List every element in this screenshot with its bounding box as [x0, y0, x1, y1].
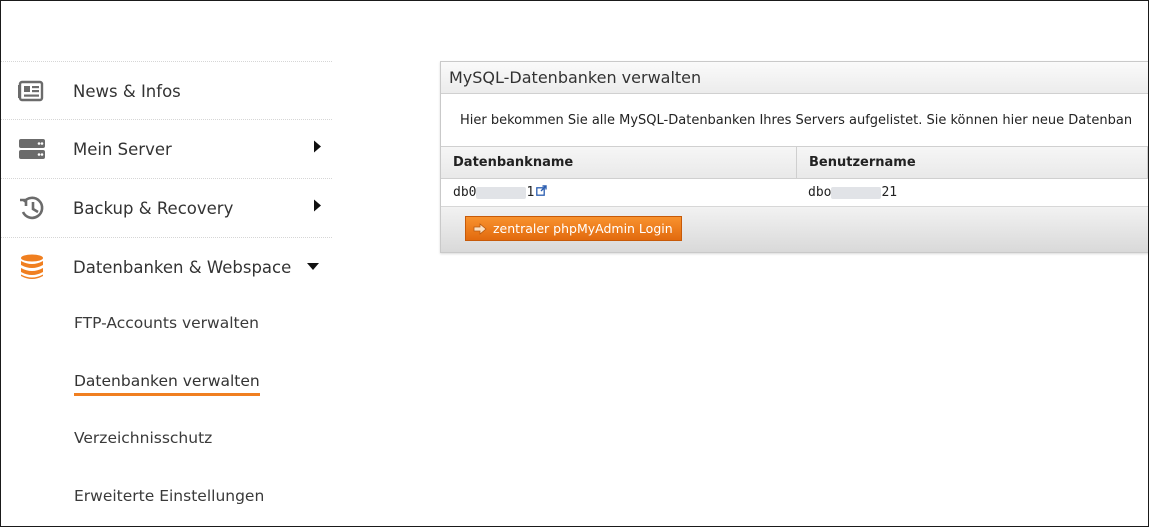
sidebar-item-backup[interactable]: Backup & Recovery	[1, 178, 332, 237]
sidebar-subitem-datenbanken-verwalten[interactable]: Datenbanken verwalten	[74, 372, 260, 396]
sidebar-item-mein-server[interactable]: Mein Server	[1, 119, 332, 178]
table-header: Datenbankname Benutzername	[441, 146, 1148, 179]
column-divider	[796, 147, 797, 178]
mysql-panel: MySQL-Datenbanken verwalten Hier bekomme…	[440, 61, 1148, 253]
server-icon	[18, 135, 46, 163]
sidebar-item-news[interactable]: News & Infos	[1, 61, 332, 120]
database-icon	[18, 253, 46, 281]
sidebar-subitem-verzeichnisschutz[interactable]: Verzeichnisschutz	[74, 429, 212, 447]
sidebar-subitem-erweiterte-einstellungen[interactable]: Erweiterte Einstellungen	[74, 487, 264, 505]
column-header-datenbankname[interactable]: Datenbankname	[453, 147, 573, 178]
redacted-text	[831, 186, 882, 199]
username-cell: dbo 21	[808, 179, 897, 206]
news-icon	[18, 77, 46, 105]
external-link-icon[interactable]	[536, 179, 548, 206]
arrow-right-icon	[473, 222, 487, 235]
sidebar-item-label: Mein Server	[73, 139, 172, 159]
table-row: db0 1 dbo 21	[441, 179, 1148, 207]
panel-description: Hier bekommen Sie alle MySQL-Datenbanken…	[460, 113, 1133, 128]
caret-down-icon[interactable]	[306, 258, 320, 276]
database-name-suffix: 1	[526, 185, 535, 200]
panel-footer: zentraler phpMyAdmin Login	[441, 207, 1148, 252]
sidebar-subitem-ftp-accounts[interactable]: FTP-Accounts verwalten	[74, 314, 259, 332]
button-label: zentraler phpMyAdmin Login	[493, 221, 673, 236]
sidebar-item-label: Datenbanken & Webspace	[73, 257, 292, 277]
sidebar-item-datenbanken-webspace[interactable]: Datenbanken & Webspace	[1, 237, 332, 296]
sidebar-item-label: Backup & Recovery	[73, 198, 234, 218]
caret-right-icon[interactable]	[312, 140, 322, 159]
panel-title: MySQL-Datenbanken verwalten	[441, 62, 1148, 94]
history-icon	[18, 194, 46, 222]
column-header-benutzername[interactable]: Benutzername	[809, 147, 916, 178]
sidebar-item-label: News & Infos	[73, 81, 181, 101]
caret-right-icon[interactable]	[312, 199, 322, 218]
database-name-cell[interactable]: db0 1	[453, 179, 548, 206]
phpmyadmin-login-button[interactable]: zentraler phpMyAdmin Login	[465, 216, 682, 241]
username-prefix: dbo	[808, 185, 832, 200]
app-window: News & Infos Mein Server Backup & Recove…	[0, 0, 1149, 527]
database-name-prefix: db0	[453, 185, 477, 200]
username-suffix: 21	[881, 185, 898, 200]
column-divider	[1147, 147, 1148, 178]
redacted-text	[476, 186, 527, 199]
